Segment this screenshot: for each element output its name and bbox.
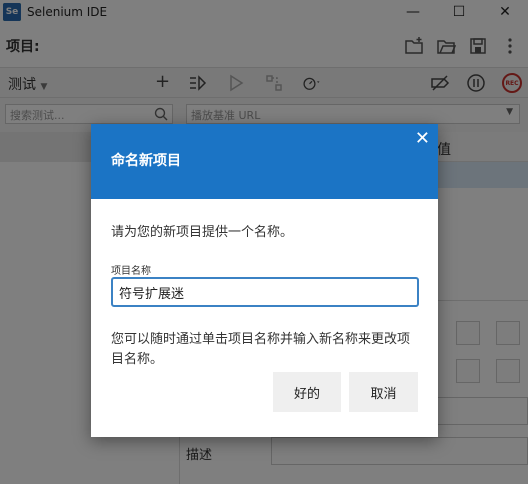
cancel-button[interactable]: 取消 [349,372,418,412]
dialog-prompt: 请为您的新项目提供一个名称。 [111,225,294,240]
dialog-help-text: 您可以随时通过单击项目名称并输入新名称来更改项目名称。 [111,332,411,367]
dialog-close-button[interactable]: ✕ [415,128,430,149]
project-name-label: 项目名称 [111,266,151,277]
ok-button[interactable]: 好的 [273,372,341,412]
project-name-input[interactable] [111,277,419,307]
dialog-header: 命名新项目 ✕ [91,124,438,199]
dialog-title: 命名新项目 [111,153,181,169]
rename-project-dialog: 命名新项目 ✕ 请为您的新项目提供一个名称。 项目名称 您可以随时通过单击项目名… [91,124,438,437]
app-window: Se Selenium IDE — ☐ ✕ 项目: 测试 ▼ + REC [0,0,528,484]
